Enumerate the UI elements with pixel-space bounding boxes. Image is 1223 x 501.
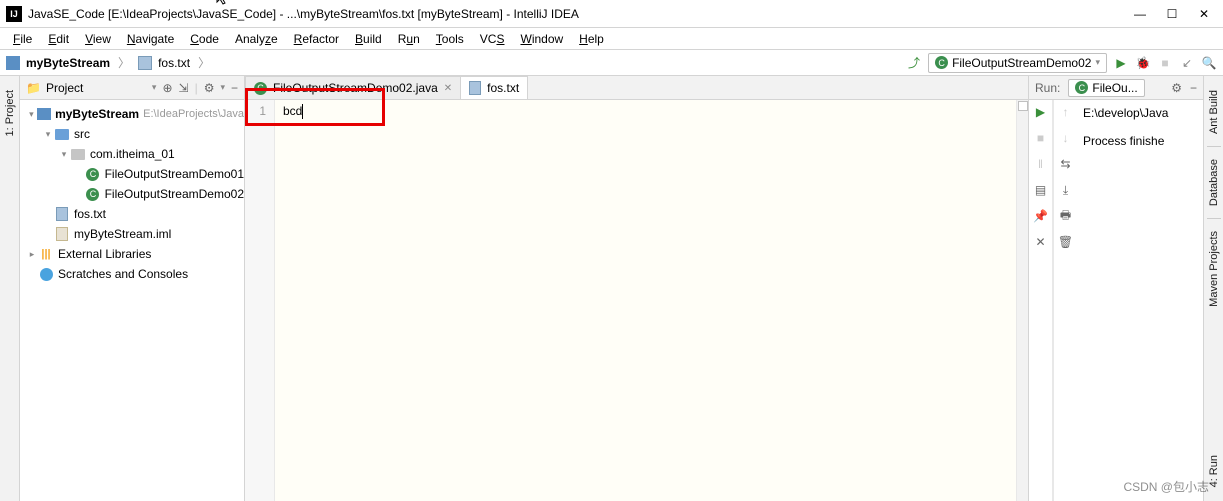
chevron-down-icon[interactable]: ▾: [220, 82, 225, 93]
hide-icon[interactable]: −: [1190, 81, 1197, 95]
editor-tab[interactable]: C FileOutputStreamDemo02.java ✕: [245, 76, 461, 99]
menu-help[interactable]: Help: [572, 30, 611, 48]
rerun-icon[interactable]: ▶: [1033, 104, 1049, 120]
file-icon: [469, 81, 481, 95]
debug-button[interactable]: 🐞: [1135, 55, 1151, 71]
wrap-icon[interactable]: ⇆: [1058, 156, 1074, 172]
editor-tab-label: fos.txt: [487, 81, 519, 95]
breadcrumb-file[interactable]: fos.txt: [158, 56, 190, 70]
menu-analyze[interactable]: Analyze: [228, 30, 285, 48]
code-editor[interactable]: bcd: [275, 100, 1016, 501]
line-number: 1: [245, 104, 266, 118]
run-tab[interactable]: C FileOu...: [1068, 79, 1144, 97]
left-tool-strip: 1: Project: [0, 76, 20, 501]
editor-tab-active[interactable]: fos.txt: [460, 76, 528, 99]
project-tool-tab[interactable]: 1: Project: [2, 84, 18, 142]
tree-file[interactable]: fos.txt: [20, 204, 244, 224]
build-icon[interactable]: ⤴: [906, 55, 922, 71]
tree-external-libraries[interactable]: ▸||| External Libraries: [20, 244, 244, 264]
pause-icon[interactable]: ‖: [1033, 156, 1049, 172]
file-icon: [138, 56, 152, 70]
layout-icon[interactable]: ▤: [1033, 182, 1049, 198]
gear-icon[interactable]: ⚙: [204, 81, 215, 95]
tree-class[interactable]: C FileOutputStreamDemo01: [20, 164, 244, 184]
hide-icon[interactable]: −: [231, 81, 238, 95]
run-toolbar-right: ↑ ↓ ⇆ ⤓ 🖶 🗑: [1053, 100, 1077, 501]
intellij-icon: IJ: [6, 6, 22, 22]
menu-navigate[interactable]: Navigate: [120, 30, 181, 48]
run-panel: Run: C FileOu... ⚙ − ▶ ■ ‖ ▤ 📌 ✕ ↑ ↓ ⇆: [1028, 76, 1203, 501]
up-icon[interactable]: ↑: [1058, 104, 1074, 120]
menu-window[interactable]: Window: [513, 30, 570, 48]
run-tab-label: FileOu...: [1092, 81, 1137, 95]
run-config-selector[interactable]: C FileOutputStreamDemo02 ▾: [928, 53, 1107, 73]
editor-tab-label: FileOutputStreamDemo02.java: [273, 81, 438, 95]
chevron-right-icon: 〉: [198, 54, 210, 71]
module-icon: [6, 56, 20, 70]
tree-class[interactable]: C FileOutputStreamDemo02: [20, 184, 244, 204]
gear-icon[interactable]: ⚙: [1171, 81, 1182, 95]
window-title: JavaSE_Code [E:\IdeaProjects\JavaSE_Code…: [28, 7, 1133, 21]
tree-package[interactable]: ▾ com.itheima_01: [20, 144, 244, 164]
run-button[interactable]: ▶: [1113, 55, 1129, 71]
run-config-name: FileOutputStreamDemo02: [952, 56, 1091, 70]
breadcrumb-module[interactable]: myByteStream: [26, 56, 110, 70]
locate-icon[interactable]: ⊕: [162, 81, 172, 95]
chevron-down-icon: ▾: [1095, 57, 1100, 68]
run-toolbar-left: ▶ ■ ‖ ▤ 📌 ✕: [1029, 100, 1053, 501]
maximize-button[interactable]: ☐: [1165, 7, 1179, 21]
project-panel-title: Project: [46, 81, 146, 95]
project-icon: 📁: [26, 81, 40, 95]
editor-marker-strip: [1016, 100, 1028, 501]
menu-file[interactable]: File: [6, 30, 39, 48]
stop-button[interactable]: ■: [1157, 55, 1173, 71]
status-indicator: [1018, 101, 1028, 111]
editor-tabs: C FileOutputStreamDemo02.java ✕ fos.txt: [245, 76, 1028, 100]
chevron-right-icon: 〉: [118, 54, 130, 71]
collapse-icon[interactable]: ⇲: [179, 81, 189, 95]
ant-build-tab[interactable]: Ant Build: [1206, 84, 1222, 140]
menu-bar: File Edit View Navigate Code Analyze Ref…: [0, 28, 1223, 50]
editor-area: C FileOutputStreamDemo02.java ✕ fos.txt …: [245, 76, 1028, 501]
close-icon[interactable]: ✕: [1033, 234, 1049, 250]
run-panel-title: Run:: [1035, 81, 1060, 95]
navigation-bar: myByteStream 〉 fos.txt 〉 ⤴ C FileOutputS…: [0, 50, 1223, 76]
menu-code[interactable]: Code: [183, 30, 226, 48]
class-icon: C: [935, 56, 948, 69]
close-icon[interactable]: ✕: [444, 83, 452, 94]
search-icon[interactable]: 🔍: [1201, 55, 1217, 71]
tree-iml[interactable]: myByteStream.iml: [20, 224, 244, 244]
tree-scratches[interactable]: Scratches and Consoles: [20, 264, 244, 284]
tree-folder-src[interactable]: ▾ src: [20, 124, 244, 144]
watermark: CSDN @包小志: [1123, 478, 1209, 495]
menu-build[interactable]: Build: [348, 30, 389, 48]
stop-icon[interactable]: ■: [1033, 130, 1049, 146]
chevron-down-icon[interactable]: ▾: [152, 82, 157, 93]
code-text: bcd: [283, 104, 302, 118]
class-icon: C: [1075, 81, 1088, 94]
menu-edit[interactable]: Edit: [41, 30, 76, 48]
print-icon[interactable]: 🖶: [1058, 208, 1074, 224]
trash-icon[interactable]: 🗑: [1058, 234, 1074, 250]
close-button[interactable]: ✕: [1197, 7, 1211, 21]
project-panel: 📁 Project ▾ ⊕ ⇲ | ⚙ ▾ − ▾ myByteStreamE:…: [20, 76, 245, 501]
minimize-button[interactable]: —: [1133, 7, 1147, 21]
scroll-icon[interactable]: ⤓: [1058, 182, 1074, 198]
menu-vcs[interactable]: VCS: [473, 30, 512, 48]
pin-icon[interactable]: 📌: [1033, 208, 1049, 224]
project-tree[interactable]: ▾ myByteStreamE:\IdeaProjects\Java ▾ src…: [20, 100, 244, 501]
tree-module[interactable]: ▾ myByteStreamE:\IdeaProjects\Java: [20, 104, 244, 124]
database-tab[interactable]: Database: [1206, 153, 1222, 212]
menu-view[interactable]: View: [78, 30, 118, 48]
right-tool-strip: Ant Build Database Maven Projects 4: Run: [1203, 76, 1223, 501]
editor-gutter: 1: [245, 100, 275, 501]
vcs-icon[interactable]: ↙: [1179, 55, 1195, 71]
menu-tools[interactable]: Tools: [429, 30, 471, 48]
run-output[interactable]: E:\develop\Java Process finishe: [1077, 100, 1203, 501]
class-icon: C: [254, 82, 267, 95]
maven-tab[interactable]: Maven Projects: [1206, 225, 1222, 313]
menu-run[interactable]: Run: [391, 30, 427, 48]
down-icon[interactable]: ↓: [1058, 130, 1074, 146]
menu-refactor[interactable]: Refactor: [287, 30, 346, 48]
